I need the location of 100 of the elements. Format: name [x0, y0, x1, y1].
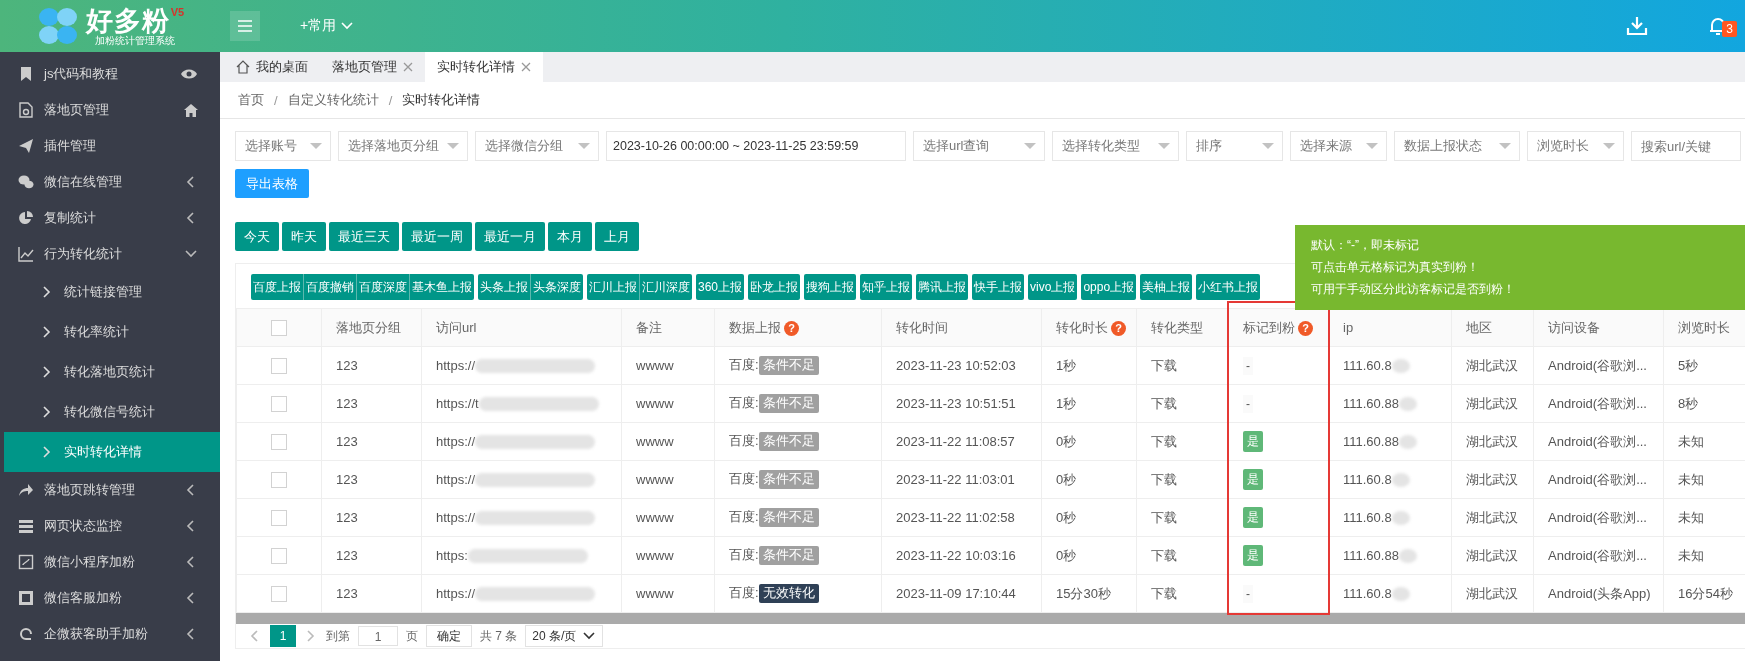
- export-button[interactable]: 导出表格: [235, 169, 309, 198]
- column-header: 转化时长: [1056, 319, 1108, 335]
- date-range-button[interactable]: 本月: [548, 222, 592, 251]
- sidebar-item[interactable]: 插件管理: [0, 128, 220, 164]
- report-button[interactable]: 腾讯上报: [916, 274, 969, 300]
- report-button[interactable]: 快手上报: [972, 274, 1025, 300]
- search-field[interactable]: 搜索url/关键: [1631, 131, 1741, 161]
- close-icon[interactable]: [521, 62, 531, 72]
- horizontal-scrollbar[interactable]: [236, 613, 1745, 624]
- download-icon[interactable]: [1626, 15, 1649, 37]
- report-button[interactable]: 百度深度: [356, 274, 409, 300]
- menu-icon: [238, 20, 252, 32]
- date-range-button[interactable]: 最近三天: [329, 222, 399, 251]
- table-cell[interactable]: -: [1243, 394, 1253, 413]
- date-range-button[interactable]: 上月: [595, 222, 639, 251]
- report-button[interactable]: 百度撤销: [303, 274, 356, 300]
- favorites-menu[interactable]: +常用: [300, 17, 355, 35]
- sidebar-item[interactable]: js代码和教程: [0, 56, 220, 92]
- status-tag: 条件不足: [758, 470, 819, 489]
- date-range-button[interactable]: 最近一月: [475, 222, 545, 251]
- select-field[interactable]: 选择账号: [235, 131, 331, 161]
- sidebar-item[interactable]: 微信小程序加粉: [0, 544, 220, 580]
- sidebar-item[interactable]: 企微获客助手加粉: [0, 616, 220, 652]
- sidebar-item[interactable]: 行为转化统计: [0, 236, 220, 272]
- select-field[interactable]: 选择来源: [1290, 131, 1387, 161]
- report-button[interactable]: 美柚上报: [1140, 274, 1193, 300]
- report-button[interactable]: 小红书上报: [1196, 274, 1261, 300]
- tab[interactable]: 落地页管理: [320, 52, 425, 82]
- report-button[interactable]: 基木鱼上报: [409, 274, 474, 300]
- checkbox[interactable]: [271, 547, 287, 564]
- report-button[interactable]: 头条深度: [530, 274, 583, 300]
- table-cell: 111.60.8: [1343, 471, 1392, 487]
- close-icon[interactable]: [403, 62, 413, 72]
- report-button[interactable]: 知乎上报: [860, 274, 913, 300]
- sidebar-item[interactable]: 复制统计: [0, 200, 220, 236]
- checkbox[interactable]: [271, 509, 287, 526]
- page-input[interactable]: 1: [358, 626, 398, 646]
- date-range-button[interactable]: 今天: [235, 222, 279, 251]
- sidebar-subitem[interactable]: 统计链接管理: [4, 272, 220, 312]
- sidebar-item[interactable]: 落地页跳转管理: [0, 472, 220, 508]
- sidebar-item[interactable]: 网页状态监控: [0, 508, 220, 544]
- confirm-button[interactable]: 确定: [426, 625, 472, 647]
- help-icon[interactable]: ?: [1298, 320, 1313, 336]
- sidebar-item[interactable]: 落地页管理: [0, 92, 220, 128]
- help-icon[interactable]: ?: [1111, 320, 1126, 336]
- table-cell: wwww: [636, 396, 674, 411]
- column-header: 标记到粉: [1243, 319, 1295, 335]
- breadcrumb-link[interactable]: 自定义转化统计: [287, 91, 379, 109]
- marked-tag[interactable]: 是: [1243, 507, 1263, 528]
- table-cell: 123: [336, 434, 358, 449]
- report-button[interactable]: 卧龙上报: [748, 274, 801, 300]
- report-button[interactable]: vivo上报: [1028, 274, 1078, 300]
- table-cell: 湖北武汉: [1466, 547, 1518, 563]
- select-field[interactable]: 排序: [1186, 131, 1283, 161]
- date-range-button[interactable]: 最近一周: [402, 222, 472, 251]
- sidebar-item[interactable]: 微信客服加粉: [0, 580, 220, 616]
- select-field[interactable]: 数据上报状态: [1394, 131, 1520, 161]
- select-field[interactable]: 浏览时长: [1527, 131, 1624, 161]
- notification-badge: 3: [1722, 21, 1737, 37]
- select-field[interactable]: 选择转化类型: [1052, 131, 1179, 161]
- select-field[interactable]: 选择url查询: [913, 131, 1045, 161]
- date-range-button[interactable]: 昨天: [282, 222, 326, 251]
- marked-tag[interactable]: 是: [1243, 469, 1263, 490]
- marked-tag[interactable]: 是: [1243, 431, 1263, 452]
- table-cell[interactable]: -: [1243, 356, 1253, 375]
- report-button[interactable]: 360上报: [696, 274, 745, 300]
- report-button[interactable]: 搜狗上报: [804, 274, 857, 300]
- select-field[interactable]: 选择落地页分组: [338, 131, 468, 161]
- marked-tag[interactable]: 是: [1243, 545, 1263, 566]
- menu-button[interactable]: [230, 11, 260, 41]
- table-cell[interactable]: -: [1243, 584, 1253, 603]
- sidebar-subitem[interactable]: 转化微信号统计: [4, 392, 220, 432]
- sidebar-subitem[interactable]: 实时转化详情: [4, 432, 220, 472]
- checkbox[interactable]: [271, 471, 287, 488]
- dropdown-caret-icon: [1024, 142, 1036, 150]
- report-button[interactable]: 汇川上报: [587, 274, 639, 300]
- sidebar-subitem[interactable]: 转化率统计: [4, 312, 220, 352]
- checkbox[interactable]: [271, 433, 287, 450]
- select-field[interactable]: 选择微信分组: [475, 131, 599, 161]
- server-icon: [18, 518, 34, 534]
- date-range-field[interactable]: 2023-10-26 00:00:00 ~ 2023-11-25 23:59:59: [606, 131, 906, 161]
- table-cell: 下载: [1151, 585, 1177, 601]
- tab[interactable]: 实时转化详情: [425, 52, 543, 82]
- checkbox[interactable]: [271, 585, 287, 602]
- sidebar-item[interactable]: 微信在线管理: [0, 164, 220, 200]
- report-button[interactable]: 百度上报: [251, 274, 303, 300]
- help-icon[interactable]: ?: [784, 320, 799, 336]
- table-cell: 2023-11-23 10:51:51: [896, 396, 1016, 411]
- report-button[interactable]: oppo上报: [1081, 274, 1137, 300]
- blurred-text: [1398, 435, 1417, 450]
- tab[interactable]: 我的桌面: [224, 52, 320, 82]
- page-size-select[interactable]: 20 条/页: [525, 625, 604, 647]
- checkbox[interactable]: [271, 319, 287, 336]
- report-button[interactable]: 头条上报: [478, 274, 530, 300]
- checkbox[interactable]: [271, 395, 287, 412]
- checkbox[interactable]: [271, 357, 287, 374]
- report-button[interactable]: 汇川深度: [639, 274, 692, 300]
- breadcrumb-link[interactable]: 首页: [238, 91, 264, 109]
- page-button[interactable]: 1: [270, 625, 296, 647]
- sidebar-subitem[interactable]: 转化落地页统计: [4, 352, 220, 392]
